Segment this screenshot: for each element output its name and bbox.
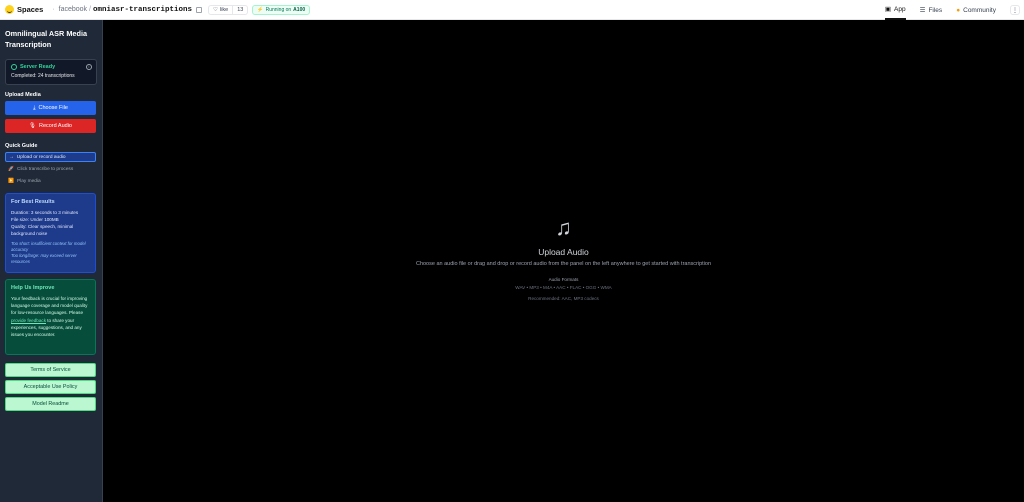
formats-label: Audio Formats xyxy=(548,277,579,282)
guide-step-play: ▶️ Play media xyxy=(5,176,96,186)
community-icon: ● xyxy=(956,6,961,14)
best-note-short: Too short: insufficient context for mode… xyxy=(11,241,86,252)
play-icon: ▶️ xyxy=(8,178,14,184)
files-icon: ☰ xyxy=(919,7,926,14)
best-results-card: For Best Results Duration: 3 seconds to … xyxy=(5,193,96,273)
best-results-title: For Best Results xyxy=(11,199,55,205)
app-icon: ▣ xyxy=(884,6,892,13)
repo-name[interactable]: omniasr-transcriptions xyxy=(93,6,192,14)
upload-placeholder: ♫ Upload Audio Choose an audio file or d… xyxy=(103,215,1024,302)
record-audio-button[interactable]: 🎙 Record Audio xyxy=(5,119,96,133)
brand-label: Spaces xyxy=(17,5,44,14)
breadcrumb-separator: · xyxy=(52,6,55,13)
tab-files[interactable]: ☰ Files xyxy=(920,0,943,20)
best-duration: Duration: 3 seconds to 3 minutes xyxy=(11,210,79,215)
tab-app[interactable]: ▣ App xyxy=(884,0,906,20)
spaces-brand[interactable]: Spaces xyxy=(5,5,43,14)
help-improve-card: Help Us Improve Your feedback is crucial… xyxy=(5,279,96,355)
app-title: Omnilingual ASR Media Transcription xyxy=(5,29,88,49)
like-count: 13 xyxy=(237,6,244,13)
microphone-icon: 🎙 xyxy=(28,123,36,129)
upload-title: Upload Audio xyxy=(538,247,589,257)
guide-step-label: Play media xyxy=(16,178,41,184)
upload-icon: ⤓ xyxy=(33,104,36,111)
tab-community-label: Community xyxy=(963,6,996,14)
choose-file-label: Choose File xyxy=(38,105,68,111)
help-text: Your feedback is crucial for improving l… xyxy=(11,295,90,338)
terms-of-service-button[interactable]: Terms of Service xyxy=(5,363,96,377)
status-badge: ⚡ Running on A100 xyxy=(252,4,311,15)
huggingface-logo-icon xyxy=(5,5,14,14)
upload-section-heading: Upload Media xyxy=(5,92,41,98)
provide-feedback-link[interactable]: provide feedback xyxy=(11,318,46,323)
org-link[interactable]: facebook xyxy=(59,6,87,13)
breadcrumb-slash: / xyxy=(89,6,91,13)
formats-list: WAV • MP3 • M4A • AAC • FLAC • OGG • WMA xyxy=(515,285,612,290)
tab-community[interactable]: ● Community xyxy=(956,0,996,20)
heart-icon: ♡ xyxy=(213,6,218,13)
upload-description: Choose an audio file or drag and drop or… xyxy=(415,261,712,267)
info-icon[interactable]: i xyxy=(86,64,92,70)
rocket-icon: 🚀 xyxy=(8,166,14,172)
best-quality: Quality: Clear speech, minimal backgroun… xyxy=(11,224,74,236)
server-status-label: Server Ready xyxy=(20,64,56,70)
bolt-icon: ⚡ xyxy=(257,6,264,13)
like-label: like xyxy=(219,6,229,13)
best-note-long: Too long/large: may exceed server resour… xyxy=(11,253,77,264)
top-bar: Spaces · facebook / omniasr-transcriptio… xyxy=(0,0,1024,20)
copy-icon[interactable] xyxy=(196,6,203,13)
like-button[interactable]: ♡ like 13 xyxy=(208,4,249,15)
status-hardware: A100 xyxy=(293,6,306,13)
quick-guide-heading: Quick Guide xyxy=(5,143,38,149)
check-circle-icon xyxy=(11,64,17,70)
nav-tabs: ▣ App ☰ Files ● Community ⋮ xyxy=(884,0,1024,20)
acceptable-use-policy-button[interactable]: Acceptable Use Policy xyxy=(5,380,96,394)
best-file-size: File size: Under 100MB xyxy=(11,217,59,222)
model-readme-button[interactable]: Model Readme xyxy=(5,397,96,411)
help-text-before: Your feedback is crucial for improving l… xyxy=(11,296,88,316)
music-note-icon: ♫ xyxy=(555,215,572,240)
guide-step-label: Click transcribe to process xyxy=(16,166,74,172)
recommended-codecs: Recommended: AAC, MP3 codecs xyxy=(528,296,599,301)
tab-app-label: App xyxy=(894,5,906,13)
transcription-count: Completed: 24 transcriptions xyxy=(11,73,75,79)
guide-step-transcribe: 🚀 Click transcribe to process xyxy=(5,164,96,174)
guide-step-label: Upload or record audio xyxy=(16,154,66,160)
server-status-card: Server Ready i Completed: 24 transcripti… xyxy=(5,59,97,85)
arrow-icon: → xyxy=(9,154,14,160)
record-audio-label: Record Audio xyxy=(38,123,72,129)
status-prefix: Running on xyxy=(265,6,292,13)
more-options-icon[interactable]: ⋮ xyxy=(1010,5,1020,15)
help-title: Help Us Improve xyxy=(11,285,55,291)
choose-file-button[interactable]: ⤓ Choose File xyxy=(5,101,96,115)
tab-files-label: Files xyxy=(928,6,943,14)
guide-step-upload: → Upload or record audio xyxy=(5,152,96,162)
main-drop-area[interactable]: ♫ Upload Audio Choose an audio file or d… xyxy=(103,20,1024,502)
sidebar: Omnilingual ASR Media Transcription Serv… xyxy=(0,20,103,502)
